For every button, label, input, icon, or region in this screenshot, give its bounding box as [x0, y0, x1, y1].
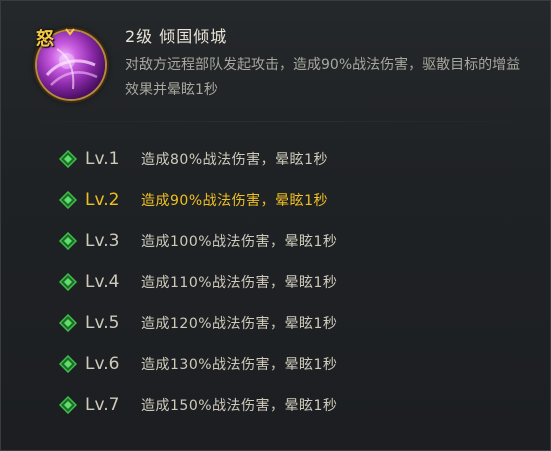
level-label: Lv.7 — [85, 394, 120, 415]
green-gem-icon — [59, 149, 77, 168]
level-row-4: Lv.4 造成110%战法伤害，晕眩1秒 — [59, 261, 337, 302]
level-row-1: Lv.1 造成80%战法伤害，晕眩1秒 — [59, 138, 337, 179]
skill-title: 2级 倾国倾城 — [125, 27, 228, 46]
rage-badge: 怒 — [36, 29, 54, 50]
level-row-6: Lv.6 造成130%战法伤害，晕眩1秒 — [59, 343, 337, 384]
skill-tooltip-panel: 怒 2级 倾国倾城 对敌方远程部队发起攻击，造成90%战法伤害，驱散目标的增益效… — [0, 0, 551, 451]
divider — [1, 121, 550, 122]
green-gem-icon — [59, 231, 77, 250]
level-effect: 造成100%战法伤害，晕眩1秒 — [141, 233, 338, 250]
level-label: Lv.2 — [85, 189, 120, 210]
level-label: Lv.3 — [85, 230, 120, 251]
level-label: Lv.6 — [85, 353, 120, 374]
skill-description: 对敌方远程部队发起攻击，造成90%战法伤害，驱散目标的增益效果并晕眩1秒 — [125, 57, 521, 98]
level-row-7: Lv.7 造成150%战法伤害，晕眩1秒 — [59, 384, 337, 425]
level-label: Lv.4 — [85, 271, 120, 292]
level-row-3: Lv.3 造成100%战法伤害，晕眩1秒 — [59, 220, 337, 261]
chevron-down-icon — [65, 28, 75, 36]
level-effect: 造成80%战法伤害，晕眩1秒 — [141, 151, 329, 168]
level-label: Lv.5 — [85, 312, 120, 333]
level-row-5: Lv.5 造成120%战法伤害，晕眩1秒 — [59, 302, 337, 343]
level-effect: 造成150%战法伤害，晕眩1秒 — [141, 397, 338, 414]
green-gem-icon — [59, 313, 77, 332]
level-effect: 造成120%战法伤害，晕眩1秒 — [141, 315, 338, 332]
green-gem-icon — [59, 190, 77, 209]
level-effect: 造成90%战法伤害，晕眩1秒 — [141, 192, 329, 209]
level-effect: 造成110%战法伤害，晕眩1秒 — [141, 274, 338, 291]
level-list: Lv.1 造成80%战法伤害，晕眩1秒 Lv.2 造成90%战法伤害，晕眩1秒 … — [59, 138, 337, 425]
level-effect: 造成130%战法伤害，晕眩1秒 — [141, 356, 338, 373]
green-gem-icon — [59, 354, 77, 373]
green-gem-icon — [59, 272, 77, 291]
level-label: Lv.1 — [85, 148, 120, 169]
level-row-2: Lv.2 造成90%战法伤害，晕眩1秒 — [59, 179, 337, 220]
green-gem-icon — [59, 395, 77, 414]
